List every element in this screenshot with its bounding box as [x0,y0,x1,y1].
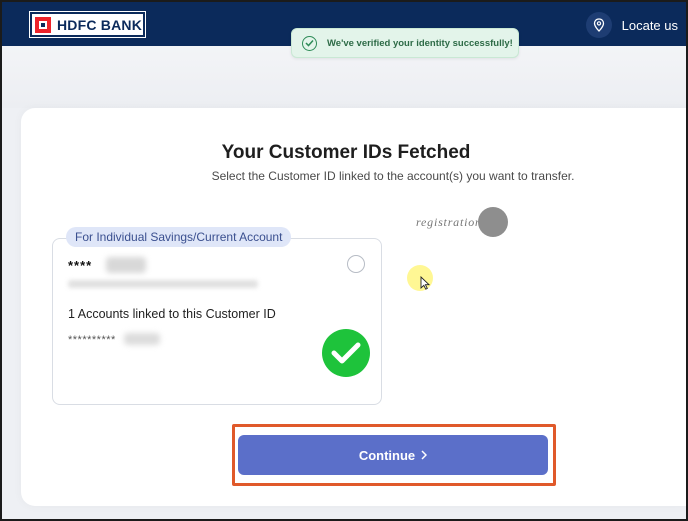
selected-check-icon [322,329,370,377]
account-type-tag: For Individual Savings/Current Account [66,227,292,247]
redacted-customer-name [68,280,258,288]
redacted-account-number [124,333,160,345]
customer-id-masked: **** [68,258,93,273]
watermark-logo: registration [416,206,526,238]
watermark-circle-icon [477,207,508,237]
hdfc-logo[interactable]: HDFC BANK [29,11,146,38]
location-pin-icon [585,12,612,38]
verification-toast: We've verified your identity successfull… [291,28,519,58]
linked-accounts-text: 1 Accounts linked to this Customer ID [68,307,276,321]
redacted-customer-id [106,257,146,273]
hdfc-logo-mark-icon [35,16,51,33]
account-number-masked: ********** [68,334,116,346]
continue-button[interactable]: Continue [238,435,548,475]
chevron-right-icon [421,450,428,460]
page-title: Your Customer IDs Fetched [221,142,471,163]
mouse-cursor-icon [420,276,430,290]
page-subtitle: Select the Customer ID linked to the acc… [211,169,575,183]
continue-label: Continue [358,447,416,463]
watermark-text: registration [416,214,482,229]
locate-us-label: Locate us [621,17,678,33]
customer-id-card[interactable] [52,238,382,405]
toast-message: We've verified your identity successfull… [327,37,513,49]
customer-id-radio[interactable] [347,255,365,273]
check-circle-icon [302,35,317,51]
logo-text: HDFC BANK [57,16,143,33]
locate-us-link[interactable]: Locate us [585,11,678,39]
